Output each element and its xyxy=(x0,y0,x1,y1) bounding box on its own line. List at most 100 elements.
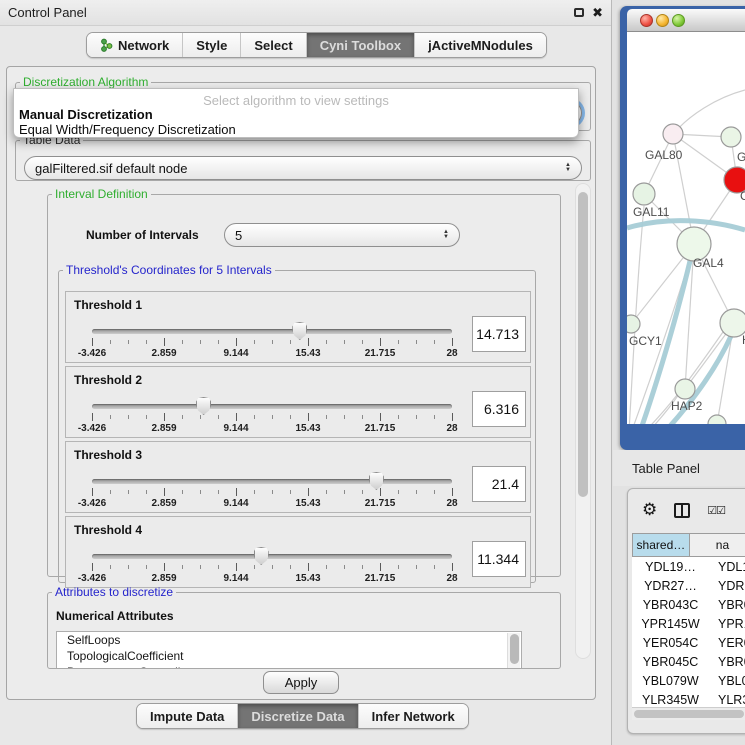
algorithm-placeholder-item[interactable]: Select algorithm to view settings xyxy=(14,93,578,108)
settings-gear-icon[interactable]: ⚙ xyxy=(642,500,657,520)
network-node-label: GAL80 xyxy=(645,148,683,162)
slider-track[interactable] xyxy=(92,479,452,484)
show-columns-icon[interactable] xyxy=(674,503,690,518)
thresholds-group-title: Threshold's Coordinates for 5 Intervals xyxy=(63,263,275,277)
attribute-item[interactable]: TopologicalCoefficient xyxy=(57,648,521,664)
algorithm-option-equal-width[interactable]: Equal Width/Frequency Discretization xyxy=(18,122,574,137)
network-icon xyxy=(100,38,113,52)
threshold-slider[interactable]: -3.4262.8599.14415.4321.71528 xyxy=(92,399,452,435)
table-row[interactable]: YBR043CYBR0 xyxy=(632,595,745,614)
tab-style[interactable]: Style xyxy=(183,33,241,57)
numerical-attributes-list: SelfLoopsTopologicalCoefficientBetweenne… xyxy=(56,631,522,669)
table-cell: YDL1 xyxy=(709,560,745,574)
tick-label: 2.859 xyxy=(151,573,176,584)
table-row[interactable]: YBL079WYBL0 xyxy=(632,671,745,690)
threshold-value-field[interactable]: 21.4 xyxy=(472,466,526,502)
control-panel-title: Control Panel xyxy=(8,5,87,20)
table-hscrollbar[interactable] xyxy=(632,707,745,720)
threshold-value-field[interactable]: 6.316 xyxy=(472,391,526,427)
threshold-slider[interactable]: -3.4262.8599.14415.4321.71528 xyxy=(92,549,452,585)
network-canvas[interactable]: GAL80GACGAL11GAL4GCY1HHAP2 xyxy=(627,32,745,424)
tab-select[interactable]: Select xyxy=(241,33,306,57)
slider-ticks xyxy=(92,338,453,347)
slider-track[interactable] xyxy=(92,554,452,559)
network-node[interactable] xyxy=(663,124,683,144)
screen: Control Panel ✖ NetworkStyleSelectCyni T… xyxy=(0,0,745,745)
attributes-group-title: Attributes to discretize xyxy=(52,585,176,599)
scrollbar-thumb[interactable] xyxy=(578,192,588,497)
threshold-slider[interactable]: -3.4262.8599.14415.4321.71528 xyxy=(92,474,452,510)
tick-label: 2.859 xyxy=(151,348,176,359)
control-panel-titlebar: Control Panel ✖ xyxy=(0,0,611,26)
network-node-label: GCY1 xyxy=(629,334,662,348)
table-row[interactable]: YBR045CYBR0 xyxy=(632,652,745,671)
apply-button[interactable]: Apply xyxy=(263,671,339,694)
table-row[interactable]: YLR345WYLR3 xyxy=(632,690,745,707)
mode-tab-discretize-data[interactable]: Discretize Data xyxy=(238,704,358,728)
network-node[interactable] xyxy=(627,315,640,333)
tick-label: 9.144 xyxy=(223,348,248,359)
table-data-group: Table Data galFiltered.sif default node … xyxy=(15,133,591,181)
network-node-label: GA xyxy=(737,150,745,164)
tick-label: 15.43 xyxy=(295,573,320,584)
network-node[interactable] xyxy=(675,379,695,399)
threshold-panel: Threshold 2-3.4262.8599.14415.4321.71528… xyxy=(65,366,531,438)
table-cell: YDR2 xyxy=(709,579,745,593)
slider-ticks xyxy=(92,488,453,497)
table-data-combo[interactable]: galFiltered.sif default node ▲▼ xyxy=(24,156,582,180)
select-all-columns-icon[interactable]: ☑☑ xyxy=(707,504,725,517)
table-cell: YDL19… xyxy=(632,560,709,574)
tab-jactivemnodules[interactable]: jActiveMNodules xyxy=(415,33,546,57)
attributes-scrollbar[interactable] xyxy=(507,633,520,669)
mode-tab-infer-network[interactable]: Infer Network xyxy=(359,704,468,728)
table-cell: YPR1 xyxy=(709,617,745,631)
network-node[interactable] xyxy=(708,415,726,424)
tick-label: -3.426 xyxy=(78,573,106,584)
minimize-traffic-light[interactable] xyxy=(656,14,669,27)
network-node-label: HAP2 xyxy=(671,399,703,413)
mode-tab-impute-data[interactable]: Impute Data xyxy=(137,704,238,728)
close-icon[interactable]: ✖ xyxy=(592,6,603,19)
table-data-combo-value: galFiltered.sif default node xyxy=(35,161,187,176)
tab-cyni-toolbox[interactable]: Cyni Toolbox xyxy=(307,33,415,57)
table-header-row: shared…na xyxy=(632,533,745,557)
network-node[interactable] xyxy=(721,127,741,147)
slider-track[interactable] xyxy=(92,404,452,409)
control-panel-scrollbar[interactable] xyxy=(575,183,591,659)
num-intervals-combo[interactable]: 5 ▲▼ xyxy=(224,223,460,247)
tick-label: 28 xyxy=(446,423,457,434)
toolbox-tabs: NetworkStyleSelectCyni ToolboxjActiveMNo… xyxy=(86,32,547,58)
network-node[interactable] xyxy=(633,183,655,205)
attribute-item[interactable]: BetweennessCentrality xyxy=(57,664,521,669)
combo-stepper-icon: ▲▼ xyxy=(443,230,449,240)
float-window-icon[interactable] xyxy=(574,8,584,17)
hscrollbar-thumb[interactable] xyxy=(634,710,744,718)
threshold-label: Threshold 4 xyxy=(74,523,142,537)
threshold-label: Threshold 1 xyxy=(74,298,142,312)
zoom-traffic-light[interactable] xyxy=(672,14,685,27)
attribute-item[interactable]: SelfLoops xyxy=(57,632,521,648)
tab-label: Discretize Data xyxy=(251,709,344,724)
threshold-value-field[interactable]: 14.713 xyxy=(472,316,526,352)
table-row[interactable]: YDR27…YDR2 xyxy=(632,576,745,595)
tab-network[interactable]: Network xyxy=(87,33,183,57)
network-edge xyxy=(675,90,745,132)
close-traffic-light[interactable] xyxy=(640,14,653,27)
table-row[interactable]: YER054CYER0 xyxy=(632,633,745,652)
slider-track[interactable] xyxy=(92,329,452,334)
threshold-panel: Threshold 1-3.4262.8599.14415.4321.71528… xyxy=(65,291,531,363)
threshold-slider[interactable]: -3.4262.8599.14415.4321.71528 xyxy=(92,324,452,360)
table-column-header[interactable]: shared… xyxy=(632,533,690,557)
tick-label: 9.144 xyxy=(223,573,248,584)
tick-label: -3.426 xyxy=(78,498,106,509)
threshold-value-field[interactable]: 11.344 xyxy=(472,541,526,577)
table-row[interactable]: YDL19…YDL1 xyxy=(632,557,745,576)
table-cell: YLR345W xyxy=(632,693,709,707)
cyni-toolbox-panel: Discretization Algorithm Select algorith… xyxy=(6,66,596,700)
combo-stepper-icon: ▲▼ xyxy=(565,163,571,173)
table-column-header[interactable]: na xyxy=(690,533,745,557)
algorithm-option-manual[interactable]: Manual Discretization xyxy=(18,107,574,122)
control-panel-window: Control Panel ✖ NetworkStyleSelectCyni T… xyxy=(0,0,612,745)
table-row[interactable]: YPR145WYPR1 xyxy=(632,614,745,633)
table-panel-toolbar: ⚙ ☑☑ xyxy=(628,489,745,531)
